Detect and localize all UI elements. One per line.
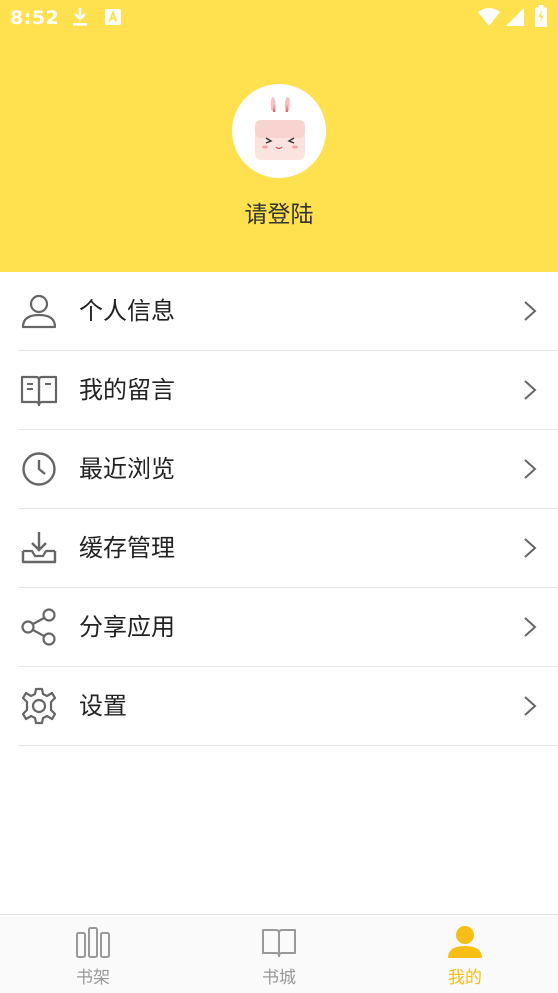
status-bar: 8:52	[0, 0, 558, 38]
a-notification-icon	[105, 9, 121, 29]
menu-item-label: 最近浏览	[79, 455, 175, 483]
battery-icon	[535, 5, 547, 31]
book-icon	[261, 925, 297, 959]
menu-item-label: 个人信息	[79, 297, 175, 325]
menu-item-recent-browsing[interactable]: 最近浏览	[18, 430, 558, 509]
chevron-right-icon	[522, 537, 538, 559]
profile-screen: 8:52 请登陆 个人信息 我的留言 最近浏览 缓存管理 分享应用 设置 书架 …	[0, 0, 558, 993]
menu-item-settings[interactable]: 设置	[18, 667, 558, 746]
tab-bookshelf[interactable]: 书架	[0, 915, 186, 993]
menu-item-my-messages[interactable]: 我的留言	[18, 351, 558, 430]
tab-bookstore[interactable]: 书城	[186, 915, 372, 993]
status-time: 8:52	[10, 7, 60, 29]
menu-item-label: 设置	[79, 692, 127, 720]
clock-icon	[20, 450, 58, 488]
tab-mine[interactable]: 我的	[372, 915, 558, 993]
chevron-right-icon	[522, 379, 538, 401]
gear-icon	[20, 687, 58, 725]
menu-item-label: 我的留言	[79, 376, 175, 404]
person-icon	[20, 292, 58, 330]
share-icon	[20, 608, 58, 646]
bookshelf-icon	[75, 925, 111, 959]
bunny-avatar-icon[interactable]	[232, 84, 326, 178]
tab-label: 书架	[76, 968, 110, 988]
profile-header: 8:52 请登陆	[0, 0, 558, 272]
download-icon	[70, 6, 90, 32]
wifi-icon	[478, 8, 500, 30]
open-book-icon	[20, 371, 58, 409]
download-tray-icon	[20, 529, 58, 567]
menu-item-share-app[interactable]: 分享应用	[18, 588, 558, 667]
menu-item-cache-management[interactable]: 缓存管理	[18, 509, 558, 588]
cellular-signal-icon	[506, 8, 524, 30]
tab-label: 我的	[448, 968, 482, 988]
bottom-nav: 书架 书城 我的	[0, 914, 558, 993]
menu-item-label: 分享应用	[79, 613, 175, 641]
chevron-right-icon	[522, 695, 538, 717]
menu-item-label: 缓存管理	[79, 534, 175, 562]
chevron-right-icon	[522, 300, 538, 322]
chevron-right-icon	[522, 458, 538, 480]
user-icon	[447, 925, 483, 959]
menu-item-personal-info[interactable]: 个人信息	[18, 272, 558, 351]
login-prompt[interactable]: 请登陆	[0, 195, 558, 229]
chevron-right-icon	[522, 616, 538, 638]
profile-menu: 个人信息 我的留言 最近浏览 缓存管理 分享应用 设置	[0, 272, 558, 746]
tab-label: 书城	[262, 968, 296, 988]
